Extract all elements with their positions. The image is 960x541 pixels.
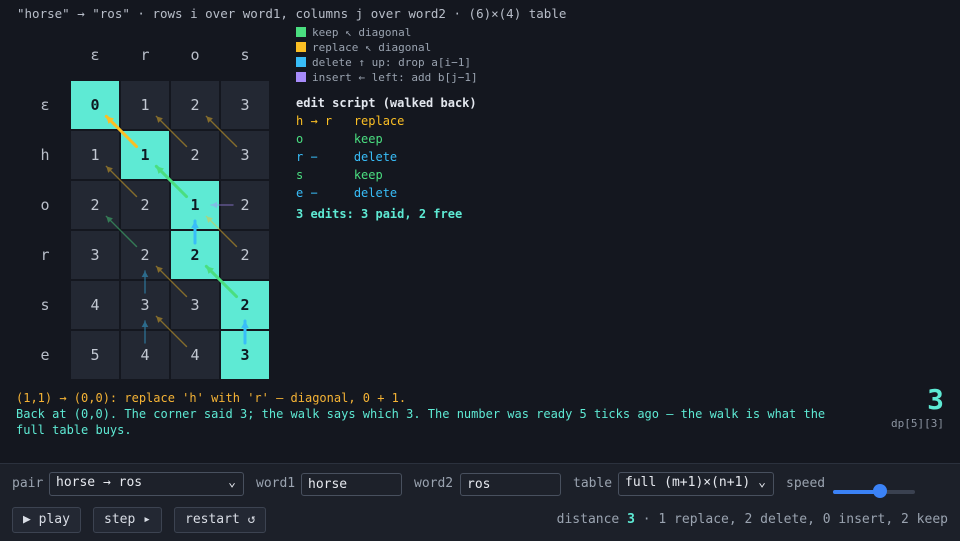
legend-text: keep ↖ diagonal — [312, 26, 412, 39]
edit-script-line: r − delete — [296, 148, 477, 166]
row-header: s — [40, 296, 50, 314]
table-cell[interactable]: 3 — [221, 131, 269, 179]
edit-op: delete — [353, 186, 398, 200]
legend-text: insert ← left: add b[j−1] — [312, 71, 478, 84]
edit-script-line: e − delete — [296, 184, 477, 202]
table-cell[interactable]: 4 — [171, 331, 219, 379]
word2-label: word2 — [414, 476, 454, 491]
legend-swatch — [296, 57, 306, 67]
table-cell[interactable]: 2 — [221, 181, 269, 229]
table-cell[interactable]: 2 — [121, 231, 169, 279]
table-cell[interactable]: 4 — [121, 331, 169, 379]
restart-button[interactable]: restart ↺ — [174, 507, 267, 533]
pair-select-value: horse → ros — [56, 475, 143, 490]
edit-chars: e − — [296, 186, 333, 200]
word1-input[interactable] — [301, 473, 402, 496]
edit-chars: s — [296, 168, 333, 182]
edit-script: edit script (walked back) h → r replace o… — [296, 94, 477, 221]
path-cell[interactable]: 2 — [171, 231, 219, 279]
table-cell[interactable]: 3 — [121, 281, 169, 329]
table-cell[interactable]: 3 — [171, 281, 219, 329]
word2-input[interactable] — [460, 473, 561, 496]
edit-op: keep — [353, 168, 383, 182]
dp-table: εrosεhorse012311232212322243325443 — [20, 30, 280, 390]
edit-script-lines: h → r replace o keep r − delete s keep e − d… — [296, 112, 477, 202]
col-header: r — [140, 46, 150, 64]
result-label: dp[5][3] — [891, 417, 944, 430]
narration-step: (1,1) → (0,0): replace 'h' with 'r' — di… — [16, 391, 407, 405]
edit-op: replace — [353, 114, 405, 128]
play-button[interactable]: ▶ play — [12, 507, 81, 533]
legend-swatch — [296, 42, 306, 52]
table-cell[interactable]: 1 — [71, 131, 119, 179]
edit-chars: o — [296, 132, 333, 146]
pair-select[interactable]: horse → ros ⌄ — [49, 472, 244, 496]
path-cell[interactable]: 2 — [221, 281, 269, 329]
speed-knob[interactable] — [872, 484, 887, 498]
narration: (1,1) → (0,0): replace 'h' with 'r' — di… — [16, 390, 856, 438]
legend: keep ↖ diagonal replace ↖ diagonal delete … — [296, 25, 478, 85]
edit-op: keep — [353, 132, 383, 146]
chevron-down-icon: ⌄ — [228, 475, 236, 490]
speed-slider[interactable] — [833, 484, 915, 500]
chevron-down-icon: ⌄ — [758, 475, 766, 490]
edit-summary: 3 edits: 3 paid, 2 free — [296, 207, 463, 221]
distance-label: distance — [556, 512, 620, 527]
legend-text: delete ↑ up: drop a[i−1] — [312, 56, 471, 69]
distance-value: 3 — [627, 512, 635, 527]
table-mode-select[interactable]: full (m+1)×(n+1) ⌄ — [618, 472, 774, 496]
edit-script-title: edit script (walked back) — [296, 96, 477, 110]
col-header: o — [190, 46, 200, 64]
legend-swatch — [296, 27, 306, 37]
narration-message: Back at (0,0). The corner said 3; the wa… — [16, 407, 826, 437]
legend-swatch — [296, 72, 306, 82]
col-header: ε — [90, 46, 100, 64]
legend-item-delete: delete ↑ up: drop a[i−1] — [296, 55, 478, 70]
row-header: e — [40, 346, 50, 364]
table-cell[interactable]: 3 — [71, 231, 119, 279]
col-header: s — [240, 46, 250, 64]
legend-item-keep: keep ↖ diagonal — [296, 25, 478, 40]
table-cell[interactable]: 2 — [71, 181, 119, 229]
table-label: table — [573, 476, 613, 491]
table-cell[interactable]: 2 — [171, 81, 219, 129]
row-header: ε — [40, 96, 50, 114]
table-cell[interactable]: 2 — [171, 131, 219, 179]
stats-summary: distance 3 · 1 replace, 2 delete, 0 inse… — [557, 512, 948, 527]
table-cell[interactable]: 4 — [71, 281, 119, 329]
word1-label: word1 — [256, 476, 296, 491]
row-header: h — [40, 146, 50, 164]
path-cell[interactable]: 1 — [171, 181, 219, 229]
edit-chars: h → r — [296, 114, 333, 128]
table-cell[interactable]: 2 — [121, 181, 169, 229]
edit-chars: r − — [296, 150, 333, 164]
table-cell[interactable]: 3 — [221, 81, 269, 129]
edit-script-line: s keep — [296, 166, 477, 184]
pair-label: pair — [12, 476, 44, 491]
step-button[interactable]: step ▸ — [93, 507, 162, 533]
legend-item-insert: insert ← left: add b[j−1] — [296, 70, 478, 85]
table-cell[interactable]: 1 — [121, 81, 169, 129]
edit-script-line: o keep — [296, 130, 477, 148]
table-mode-value: full (m+1)×(n+1) — [625, 475, 751, 490]
edit-op: delete — [353, 150, 398, 164]
table-cell[interactable]: 2 — [221, 231, 269, 279]
result-value: 3 — [927, 383, 944, 416]
speed-label: speed — [786, 476, 826, 491]
legend-text: replace ↖ diagonal — [312, 41, 432, 54]
edit-script-line: h → r replace — [296, 112, 477, 130]
path-cell[interactable]: 1 — [121, 131, 169, 179]
controls-panel: pair horse → ros ⌄ word1 word2 table ful… — [0, 463, 960, 541]
path-cell[interactable]: 0 — [71, 81, 119, 129]
page-title: "horse" → "ros" · rows i over word1, col… — [17, 6, 567, 21]
stats-counts: · 1 replace, 2 delete, 0 insert, 2 keep — [642, 512, 948, 527]
row-header: r — [40, 246, 50, 264]
table-cell[interactable]: 5 — [71, 331, 119, 379]
row-header: o — [40, 196, 50, 214]
legend-item-replace: replace ↖ diagonal — [296, 40, 478, 55]
path-cell[interactable]: 3 — [221, 331, 269, 379]
